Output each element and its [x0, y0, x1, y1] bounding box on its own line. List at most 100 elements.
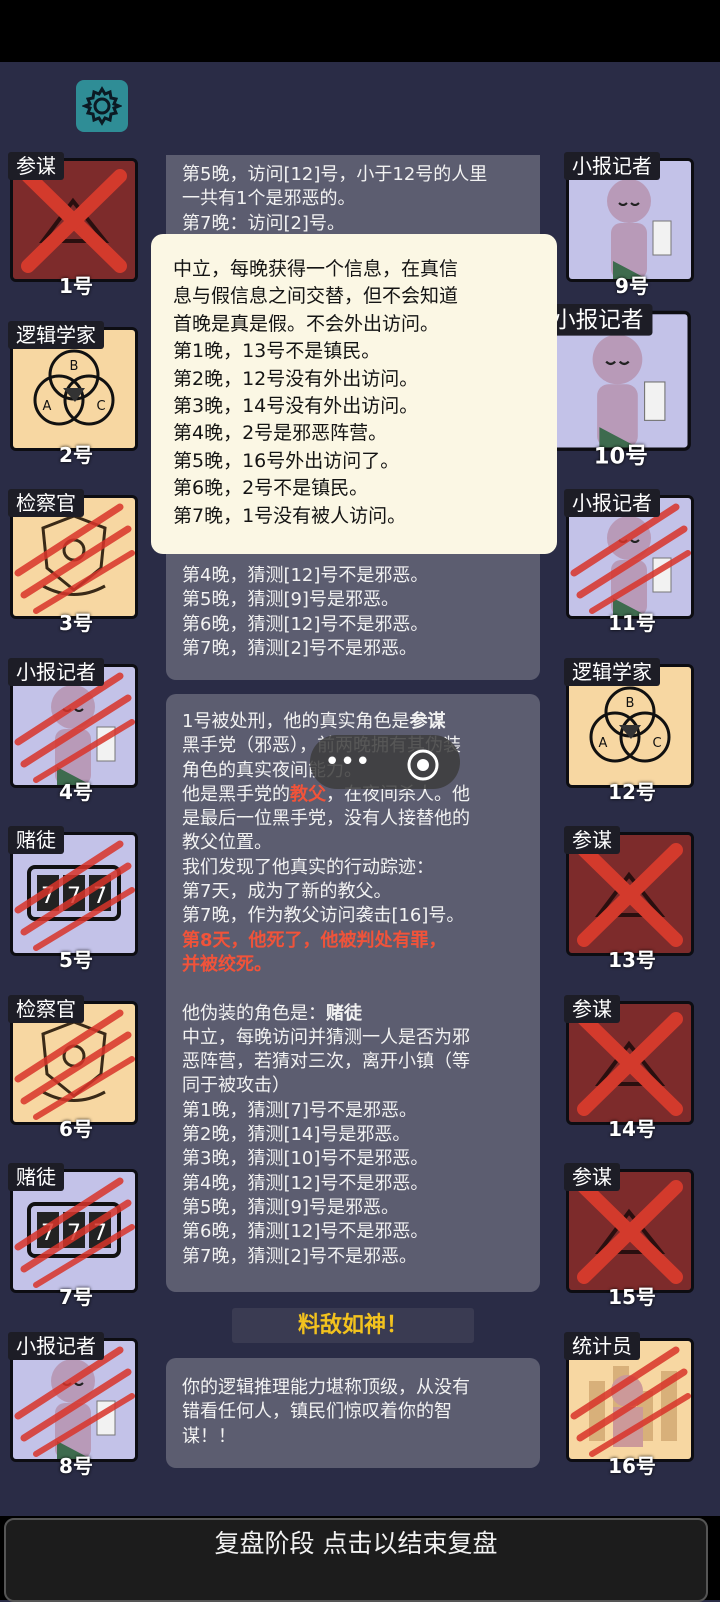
exec-line: 教父位置。	[182, 832, 272, 854]
player-card[interactable]: B A C 逻辑学家 2号	[8, 320, 144, 467]
player-number: 5号	[59, 948, 93, 972]
player-number: 9号	[615, 274, 649, 298]
bottom-bar: 复盘阶段 点击以结束复盘	[0, 1516, 720, 1602]
role-label: 小报记者	[8, 1331, 104, 1360]
disguise-role: 赌徒	[326, 1002, 362, 1024]
role-label: 小报记者	[8, 657, 104, 686]
player-card[interactable]: 检察官 3号	[8, 489, 144, 635]
role-label: 参谋	[564, 994, 620, 1023]
exec-line: 我们发现了他真实的行动踪迹：	[182, 856, 434, 878]
popup-line: 第2晚，12号没有外出访问。	[173, 367, 419, 390]
history-line: 一共有1个是邪恶的。	[182, 188, 356, 210]
exec-line: 第7晚，作为教父访问袭击[16]号。	[182, 905, 465, 927]
popup-line: 第3晚，14号没有外出访问。	[173, 395, 419, 418]
history-line: 第5晚，猜测[9]号是邪恶。	[182, 589, 399, 611]
player-number: 10号	[593, 441, 648, 469]
popup-line: 第1晚，13号不是镇民。	[173, 340, 381, 363]
player-number: 11号	[608, 611, 656, 635]
exec-intro: 1号被处刑，他的真实角色是	[182, 711, 410, 732]
svg-text:C: C	[96, 399, 105, 414]
verdict-line: 错看任何人，镇民们惊叹着你的智	[182, 1401, 452, 1423]
disguise-line: 中立，每晚访问并猜测一人是否为邪	[182, 1026, 470, 1048]
player-card[interactable]: 小报记者 9号	[564, 152, 700, 298]
player-card[interactable]: 小报记者 11号	[564, 489, 700, 635]
status-bar	[0, 0, 720, 62]
role-label: 赌徒	[8, 1163, 64, 1191]
disguise-line: 第4晚，猜测[12]号不是邪恶。	[182, 1172, 429, 1194]
history-line: 第4晚，猜测[12]号不是邪恶。	[182, 565, 429, 586]
player-card[interactable]: 参谋 14号	[564, 994, 700, 1141]
disguise-line: 第2晚，猜测[14]号是邪恶。	[182, 1124, 411, 1146]
disguise-label: 他伪装的角色是：	[182, 1002, 326, 1024]
death-line: 第8天，他死了，他被判处有罪，	[182, 929, 447, 951]
disguise-line: 第6晚，猜测[12]号不是邪恶。	[182, 1221, 429, 1243]
disguise-line: 第5晚，猜测[9]号是邪恶。	[182, 1196, 399, 1218]
popup-line: 第4晚，2号是邪恶阵营。	[173, 422, 388, 445]
popup-line: 息与假信息之间交替，但不会知道	[173, 285, 459, 308]
settings-button[interactable]	[76, 80, 128, 132]
role-label: 参谋	[564, 1163, 620, 1191]
role-label: 逻辑学家	[8, 320, 104, 349]
history-line: 第5晚，访问[12]号，小于12号的人里	[182, 164, 488, 185]
player-card[interactable]: 参谋 13号	[564, 826, 700, 972]
popup-line: 第5晚，16号外出访问了。	[173, 449, 400, 472]
result-banner: 料敌如神！	[232, 1308, 474, 1343]
svg-text:A: A	[599, 736, 608, 751]
disguise-line: 恶阵营，若猜对三次，离开小镇（等	[182, 1051, 470, 1073]
role-label: 小报记者	[544, 304, 653, 336]
player-number: 14号	[608, 1116, 656, 1141]
history-line: 第6晚，猜测[12]号不是邪恶。	[182, 613, 429, 635]
svg-text:B: B	[626, 696, 635, 711]
player-card[interactable]: 参谋 1号	[8, 152, 144, 298]
history-line: 第7晚，猜测[2]号不是邪恶。	[182, 637, 417, 659]
player-number: 16号	[608, 1453, 656, 1478]
player-card[interactable]: B A C 逻辑学家 12号	[564, 657, 700, 804]
player-card[interactable]: 7 7 7 赌徒 7号	[8, 1163, 144, 1309]
player-card[interactable]: 参谋 15号	[564, 1163, 700, 1309]
gear-icon	[82, 86, 122, 126]
player-card[interactable]: 统计员 16号	[564, 1331, 700, 1478]
role-info-popup[interactable]: 中立，每晚获得一个信息，在真信 息与假信息之间交替，但不会知道 首晚是真是假。不…	[151, 234, 557, 554]
disguise-line: 第1晚，猜测[7]号不是邪恶。	[182, 1099, 417, 1121]
svg-text:B: B	[70, 359, 79, 374]
target-icon[interactable]	[385, 738, 460, 786]
role-label: 小报记者	[564, 489, 660, 517]
player-card[interactable]: 小报记者 10号	[544, 304, 698, 469]
svg-text:A: A	[43, 399, 52, 414]
verdict-line: 你的逻辑推理能力堪称顶级，从没有	[182, 1377, 470, 1398]
player-number: 8号	[59, 1453, 93, 1478]
verdict-panel: 你的逻辑推理能力堪称顶级，从没有 错看任何人，镇民们惊叹着你的智 谋！！	[166, 1358, 540, 1468]
popup-line: 中立，每晚获得一个信息，在真信	[173, 258, 459, 280]
player-card[interactable]: 小报记者 4号	[8, 657, 144, 804]
disguise-line: 同于被攻击）	[182, 1075, 290, 1097]
player-card[interactable]: 7 7 7 赌徒 5号	[8, 826, 144, 972]
role-label: 逻辑学家	[564, 657, 660, 686]
player-number: 13号	[608, 948, 656, 972]
role-label: 赌徒	[8, 826, 64, 854]
more-icon[interactable]: •••	[310, 735, 385, 789]
verdict-line: 谋！！	[182, 1425, 236, 1447]
svg-text:C: C	[652, 736, 661, 751]
history-line: 第7晚：访问[2]号。	[182, 212, 345, 234]
player-card[interactable]: 小报记者 8号	[8, 1331, 144, 1478]
role-label: 统计员	[564, 1331, 640, 1360]
role-label: 检察官	[8, 994, 84, 1023]
role-label: 小报记者	[564, 152, 660, 180]
history-panel-top: 第5晚，访问[12]号，小于12号的人里 一共有1个是邪恶的。 第7晚：访问[2…	[166, 155, 540, 245]
player-number: 3号	[59, 611, 93, 635]
mini-program-capsule[interactable]: •••	[310, 735, 460, 789]
disguise-line: 第7晚，猜测[2]号不是邪恶。	[182, 1245, 417, 1267]
player-number: 6号	[59, 1116, 93, 1141]
exec-role: 参谋	[409, 711, 446, 732]
popup-line: 首晚是真是假。不会外出访问。	[173, 312, 440, 335]
role-label: 参谋	[564, 826, 620, 854]
player-card[interactable]: 检察官 6号	[8, 994, 144, 1141]
player-number: 7号	[59, 1285, 93, 1309]
exec-line: 是最后一位黑手党，没有人接替他的	[182, 808, 470, 830]
player-number: 2号	[59, 442, 93, 467]
role-label: 参谋	[8, 152, 64, 180]
end-review-button[interactable]: 复盘阶段 点击以结束复盘	[4, 1518, 708, 1602]
exec-line: 他是黑手党的	[182, 783, 290, 805]
disguise-line: 第3晚，猜测[10]号不是邪恶。	[182, 1148, 429, 1170]
exec-line: 第7天，成为了新的教父。	[182, 881, 392, 903]
